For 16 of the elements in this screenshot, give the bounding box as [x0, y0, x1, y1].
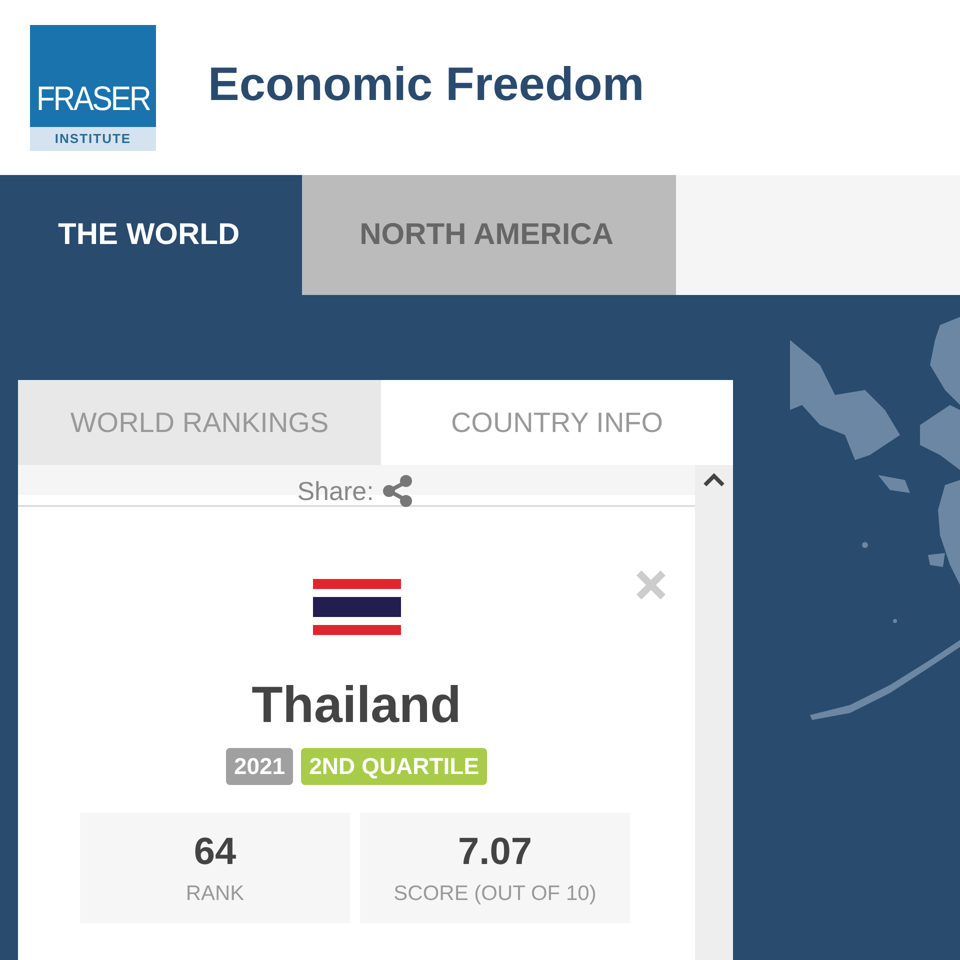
stat-value: 64	[194, 830, 236, 874]
logo-subtitle: INSTITUTE	[30, 126, 156, 150]
logo-name: FRASER	[36, 80, 150, 118]
stat-value: 7.07	[458, 830, 532, 874]
scroll-up-icon[interactable]	[703, 473, 725, 487]
site-title: Economic Freedom	[208, 56, 644, 111]
stat-label: SCORE (OUT OF 10)	[394, 882, 596, 906]
nav-tab[interactable]: THE WORLD	[0, 175, 302, 295]
year-badge: 2021	[226, 748, 294, 785]
nav-tab[interactable]: NORTH AMERICA	[302, 175, 676, 295]
stat-label: RANK	[186, 882, 244, 906]
flag-icon	[312, 579, 400, 637]
country-name: Thailand	[252, 675, 462, 734]
panel-tab[interactable]: WORLD RANKINGS	[18, 380, 381, 465]
share-label: Share:	[297, 476, 374, 506]
year-badge: 2ND QUARTILE	[301, 748, 488, 785]
